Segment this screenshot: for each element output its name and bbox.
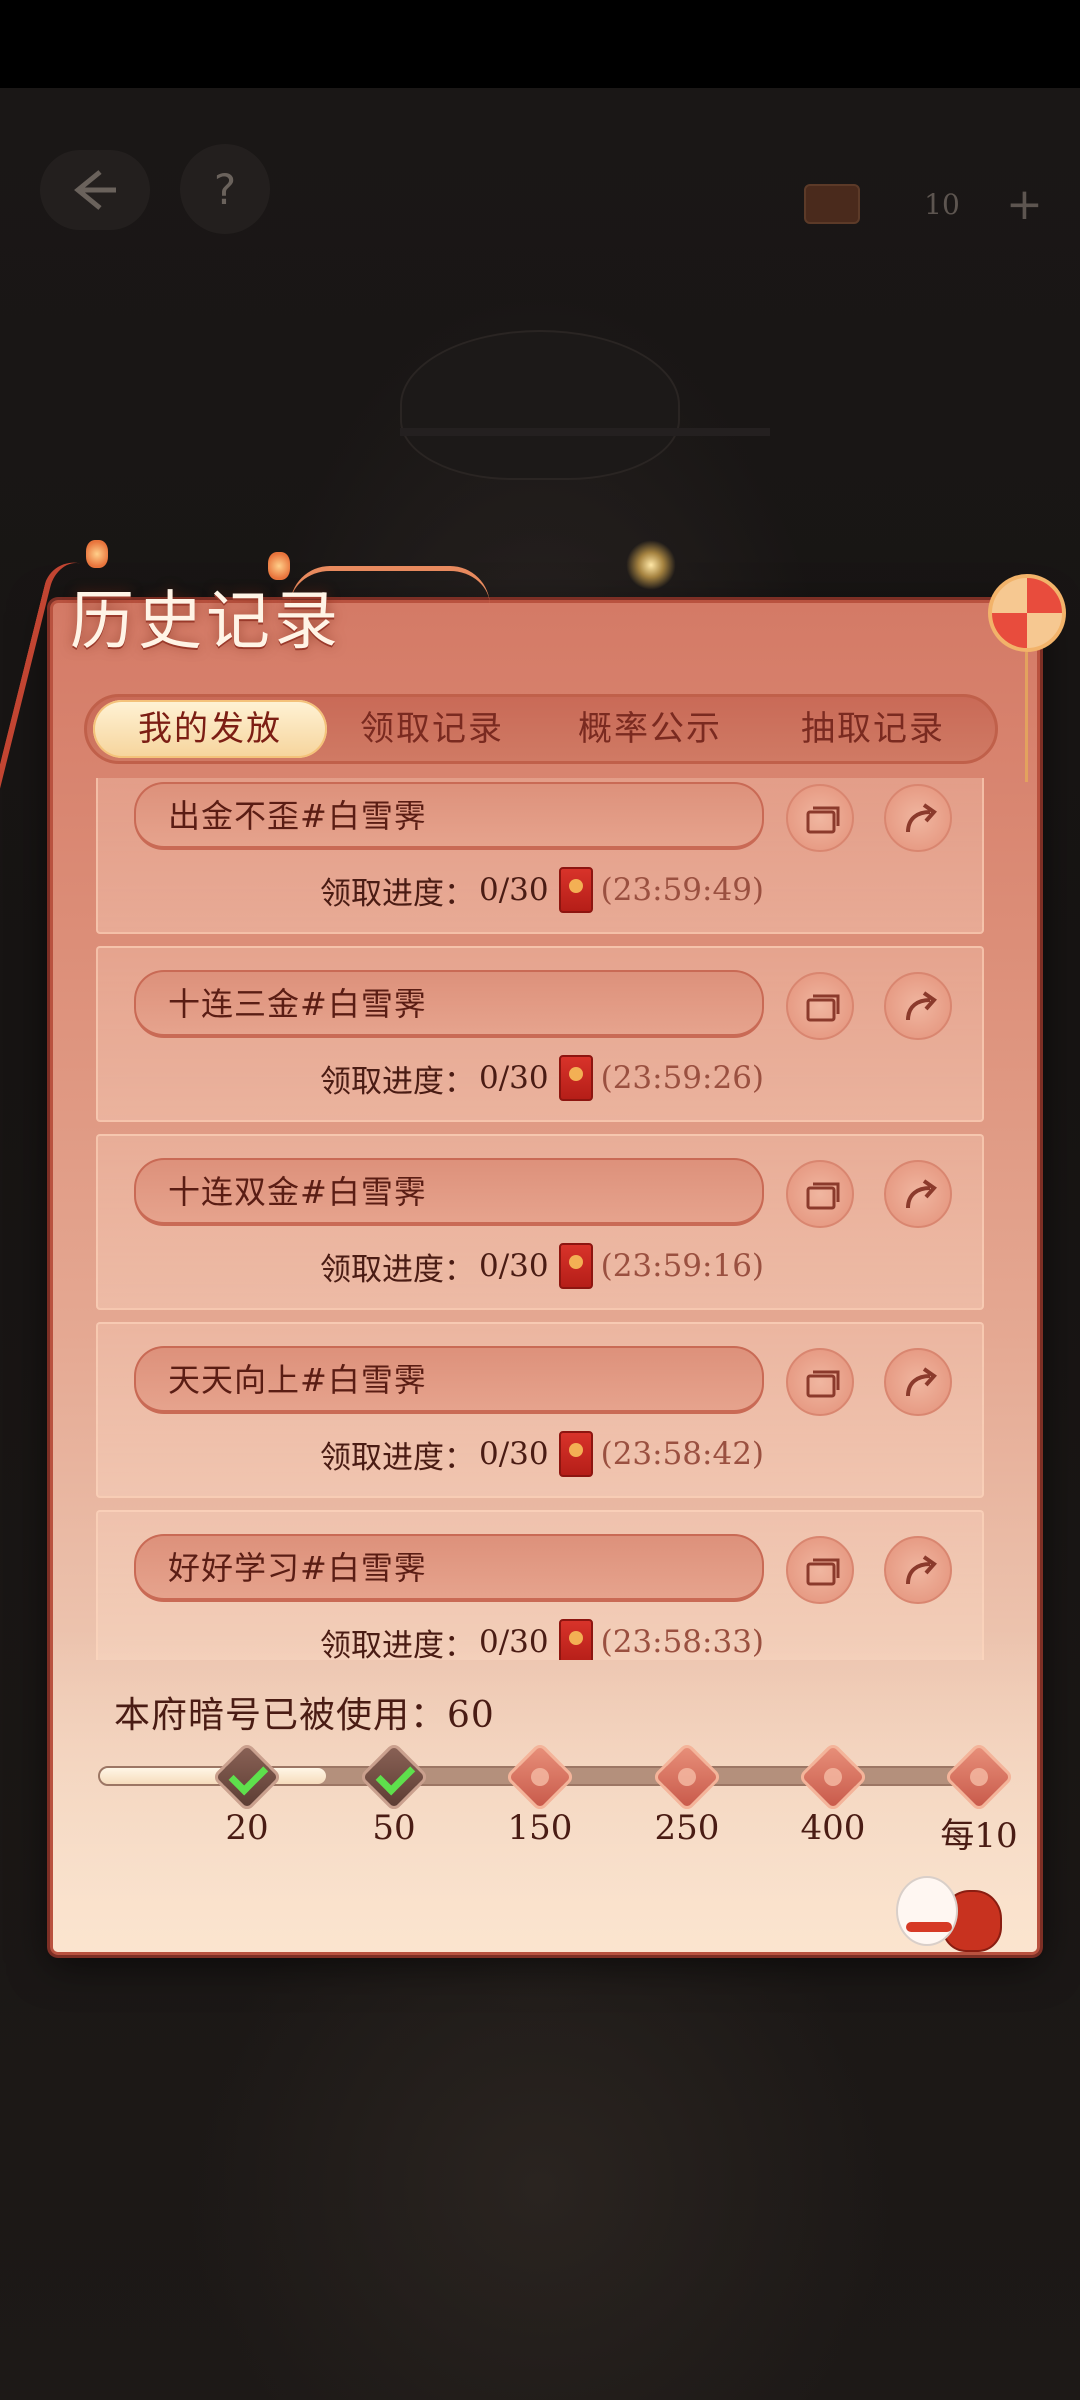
remaining-time: (23:58:42) (600, 1436, 765, 1472)
record-name: 天天向上#白雪霁 (134, 1346, 764, 1414)
panel-title: 历史记录 (70, 585, 342, 659)
progress-label: 领取进度： (319, 875, 475, 912)
reward-bag-icon (674, 1764, 700, 1790)
back-button[interactable] (40, 150, 150, 230)
copy-button[interactable] (786, 1348, 854, 1416)
record-name: 好好学习#白雪霁 (134, 1534, 764, 1602)
share-icon (906, 991, 937, 1021)
tab-draw-records[interactable]: 抽取记录 (763, 700, 983, 758)
record-card: 天天向上#白雪霁 领取进度： 0/30 (23:58:42) (96, 1322, 984, 1498)
copy-icon (806, 1370, 840, 1398)
claim-progress: 领取进度： 0/30 (23:59:16) (98, 1236, 984, 1296)
red-packet-icon (558, 1055, 593, 1101)
share-button[interactable] (884, 1160, 952, 1228)
currency-display: 10 + (804, 176, 1054, 232)
share-button[interactable] (884, 972, 952, 1040)
back-arrow-icon (74, 170, 116, 210)
milestone-label: 150 (507, 1808, 573, 1848)
record-list[interactable]: 出金不歪#白雪霁 领取进度： 0/30 (23:59:49) 十连三金#白雪霁 … (96, 778, 984, 1660)
check-icon (375, 1755, 416, 1796)
record-name: 十连三金#白雪霁 (134, 970, 764, 1038)
remaining-time: (23:58:33) (600, 1624, 765, 1660)
cake-icon (804, 184, 860, 224)
record-card: 十连双金#白雪霁 领取进度： 0/30 (23:59:16) (96, 1134, 984, 1310)
currency-value: 10 (924, 187, 960, 221)
record-card: 十连三金#白雪霁 领取进度： 0/30 (23:59:26) (96, 946, 984, 1122)
milestone-label: 20 (225, 1808, 269, 1848)
claim-progress: 领取进度： 0/30 (23:59:49) (98, 860, 984, 920)
tab-claim-records[interactable]: 领取记录 (327, 700, 537, 758)
tab-my-issued[interactable]: 我的发放 (93, 700, 327, 758)
record-name: 出金不歪#白雪霁 (134, 782, 764, 850)
claim-progress: 领取进度： 0/30 (23:59:26) (98, 1048, 984, 1108)
copy-icon (806, 1182, 840, 1210)
milestone-label: 50 (372, 1808, 416, 1848)
lantern-icon (268, 552, 290, 580)
copy-button[interactable] (786, 972, 854, 1040)
progress-value: 0/30 (478, 1436, 549, 1472)
share-button[interactable] (884, 784, 952, 852)
share-button[interactable] (884, 1536, 952, 1604)
claim-progress: 领取进度： 0/30 (23:58:33) (98, 1612, 984, 1660)
progress-value: 0/30 (478, 1248, 549, 1284)
share-button[interactable] (884, 1348, 952, 1416)
copy-icon (806, 1558, 840, 1586)
reward-bag-icon (820, 1764, 846, 1790)
milestone-track-fill (100, 1768, 326, 1784)
share-icon (906, 1367, 937, 1397)
remaining-time: (23:59:16) (600, 1248, 765, 1284)
progress-label: 领取进度： (319, 1063, 475, 1100)
share-icon (906, 1555, 937, 1585)
red-packet-icon (558, 1243, 593, 1289)
progress-value: 0/30 (478, 1624, 549, 1660)
share-icon (906, 803, 937, 833)
red-packet-icon (558, 1431, 593, 1477)
milestone-label: 250 (654, 1808, 720, 1848)
firework-icon (626, 540, 676, 590)
add-currency-button[interactable]: + (1006, 179, 1043, 230)
progress-label: 领取进度： (319, 1627, 475, 1661)
remaining-time: (23:59:49) (600, 872, 765, 908)
check-icon (228, 1755, 269, 1796)
milestone-label: 每10 (940, 1816, 1018, 1856)
claim-progress: 领取进度： 0/30 (23:58:42) (98, 1424, 984, 1484)
red-packet-icon (558, 1619, 593, 1660)
progress-value: 0/30 (478, 1060, 549, 1096)
background-hat (400, 330, 680, 480)
reward-bag-icon (966, 1764, 992, 1790)
help-button[interactable]: ? (180, 144, 270, 234)
milestone-label: 400 (800, 1808, 866, 1848)
progress-value: 0/30 (478, 872, 549, 908)
red-packet-icon (558, 867, 593, 913)
copy-icon (806, 806, 840, 834)
badge-string (1025, 652, 1028, 782)
lantern-icon (86, 540, 108, 568)
help-icon: ? (213, 164, 237, 214)
copy-button[interactable] (786, 784, 854, 852)
progress-label: 领取进度： (319, 1251, 475, 1288)
record-name: 十连双金#白雪霁 (134, 1158, 764, 1226)
reward-bag-icon (527, 1764, 553, 1790)
remaining-time: (23:59:26) (600, 1060, 765, 1096)
mascot-body (896, 1876, 958, 1946)
mascot-scarf (906, 1922, 952, 1932)
mascot-illustration (896, 1870, 1006, 1960)
background-hat-brim (400, 428, 770, 436)
tab-probability[interactable]: 概率公示 (537, 700, 763, 758)
copy-icon (806, 994, 840, 1022)
record-card: 出金不歪#白雪霁 领取进度： 0/30 (23:59:49) (96, 778, 984, 934)
code-usage-label: 本府暗号已被使用：60 (114, 1695, 495, 1736)
copy-button[interactable] (786, 1536, 854, 1604)
status-bar (0, 0, 1080, 88)
pinwheel-icon (988, 574, 1066, 652)
tab-bar: 我的发放 领取记录 概率公示 抽取记录 (84, 694, 998, 764)
share-icon (906, 1179, 937, 1209)
record-card: 好好学习#白雪霁 领取进度： 0/30 (23:58:33) (96, 1510, 984, 1660)
copy-button[interactable] (786, 1160, 854, 1228)
progress-label: 领取进度： (319, 1439, 475, 1476)
